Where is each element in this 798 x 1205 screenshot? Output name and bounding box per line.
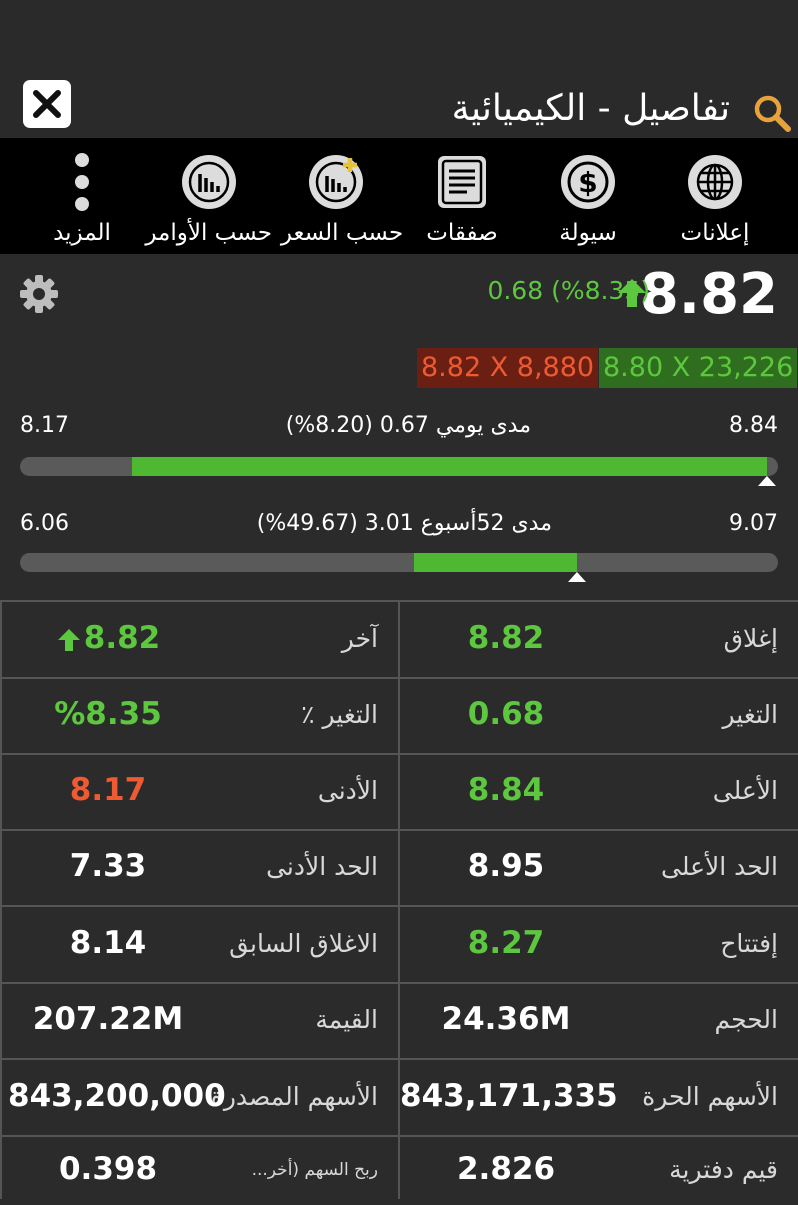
- stat-cell: إغلاق 8.82: [400, 602, 798, 677]
- search-icon[interactable]: [752, 93, 792, 133]
- stat-cell: آخر 8.82: [2, 602, 398, 677]
- tab-by-orders-label: حسب الأوامر: [145, 220, 272, 246]
- stat-value: 24.36M: [441, 1001, 571, 1037]
- stat-value: 2.826: [456, 1151, 556, 1187]
- stat-value: 843,200,000: [8, 1077, 226, 1114]
- stat-value: 8.82: [467, 619, 545, 656]
- stat-label: الأعلى: [712, 776, 778, 805]
- daily-range-high: 8.84: [729, 413, 778, 438]
- more-label: المزيد: [53, 220, 111, 246]
- daily-range-marker: [757, 476, 776, 486]
- svg-text:$: $: [578, 166, 597, 199]
- stat-cell: التغير 0.68: [400, 679, 798, 753]
- stat-value: %8.35: [54, 696, 162, 732]
- stat-cell: قيم دفترية 2.826: [400, 1137, 798, 1205]
- tab-liquidity[interactable]: $ سيولة: [538, 138, 638, 254]
- dollar-icon: $: [561, 155, 615, 209]
- bid-badge: 8.80 X 23,226: [599, 348, 798, 388]
- stat-cell: الأدنى 8.17: [2, 755, 398, 829]
- stat-label: الأسهم المصدرة: [210, 1081, 378, 1111]
- week52-range-high: 9.07: [729, 511, 778, 536]
- stat-cell: التغير ٪ %8.35: [2, 679, 398, 753]
- stat-value: 8.82: [83, 619, 161, 656]
- tab-by-price[interactable]: حسب السعر: [280, 138, 404, 254]
- week52-range-marker: [568, 572, 587, 582]
- header-bar: تفاصيل - الكيميائية: [0, 0, 798, 138]
- week52-range-label: مدى 52أسبوع 3.01 (49.67%): [256, 511, 552, 536]
- tab-trades[interactable]: صفقات: [412, 138, 512, 254]
- ask-badge: 8.82 X 8,880: [417, 348, 599, 388]
- stat-value: 207.22M: [32, 1001, 184, 1037]
- stat-label: التغير: [722, 700, 778, 729]
- stat-cell: الحد الأدنى 7.33: [2, 831, 398, 905]
- daily-range-fill: [132, 457, 767, 476]
- more-button[interactable]: المزيد: [40, 138, 124, 254]
- stat-value: 7.33: [69, 848, 147, 884]
- tab-trades-label: صفقات: [426, 220, 498, 246]
- week52-range-low: 6.06: [20, 511, 69, 536]
- stats-grid: إغلاق 8.82 آخر 8.82 التغير 0.68 التغير ٪ %8.35 ا…: [0, 600, 798, 1205]
- daily-range-track: [20, 457, 778, 476]
- stat-label: الحد الأدنى: [266, 852, 378, 881]
- stat-label: الحجم: [714, 1005, 778, 1034]
- tab-by-orders[interactable]: حسب الأوامر: [145, 138, 272, 254]
- stat-label: الأسهم الحرة: [642, 1081, 778, 1111]
- stat-cell: الأعلى 8.84: [400, 755, 798, 829]
- stat-cell: الحجم 24.36M: [400, 984, 798, 1058]
- stat-cell: الاغلاق السابق 8.14: [2, 907, 398, 982]
- close-button[interactable]: [23, 80, 71, 128]
- stat-value: 0.68: [467, 696, 545, 732]
- stat-label: الاغلاق السابق: [229, 928, 378, 958]
- tab-announcements-label: إعلانات: [680, 220, 750, 246]
- tab-liquidity-label: سيولة: [559, 220, 617, 246]
- stat-label: ربح السهم (أخر...: [251, 1160, 378, 1180]
- stat-value: 8.27: [467, 924, 545, 961]
- week52-range-fill: [414, 553, 578, 572]
- stat-value: 0.398: [58, 1151, 158, 1187]
- daily-range-label: مدى يومي 0.67 (8.20%): [285, 413, 531, 438]
- daily-range-low: 8.17: [20, 413, 69, 438]
- stat-value: 8.14: [69, 924, 147, 961]
- stat-label: إغلاق: [723, 623, 778, 653]
- gear-icon[interactable]: [18, 273, 60, 315]
- close-icon: [33, 90, 61, 118]
- up-arrow-icon: [58, 628, 80, 651]
- stat-cell: الأسهم الحرة 843,171,335: [400, 1060, 798, 1135]
- stat-cell: القيمة 207.22M: [2, 984, 398, 1058]
- tab-by-price-label: حسب السعر: [280, 220, 404, 246]
- more-vertical-icon: [75, 153, 89, 211]
- stat-cell: إفتتاح 8.27: [400, 907, 798, 982]
- stat-label: الأدنى: [317, 776, 378, 805]
- toolbar: إعلانات $ سيولة صفقات حسب السعر حسب الأو…: [0, 138, 798, 254]
- stat-value: 8.84: [467, 772, 545, 808]
- bar-chart-icon: [182, 155, 236, 209]
- stat-label: آخر: [341, 623, 378, 653]
- last-price: 8.82: [639, 262, 778, 327]
- stat-cell: ربح السهم (أخر... 0.398: [2, 1137, 398, 1205]
- tab-announcements[interactable]: إعلانات: [665, 138, 765, 254]
- stat-label: التغير ٪: [301, 700, 378, 729]
- document-icon: [438, 156, 486, 208]
- stat-value: 8.17: [69, 772, 147, 808]
- week52-range-track: [20, 553, 778, 572]
- stat-label: القيمة: [315, 1005, 378, 1034]
- price-change: 0.68 (%8.35): [487, 276, 650, 305]
- chart-plus-icon: [309, 155, 363, 209]
- stat-label: الحد الأعلى: [660, 852, 778, 881]
- stat-value: 8.95: [467, 848, 545, 884]
- stat-cell: الحد الأعلى 8.95: [400, 831, 798, 905]
- stat-value: 843,171,335: [400, 1077, 618, 1114]
- globe-icon: [688, 155, 742, 209]
- stat-label: إفتتاح: [720, 928, 778, 958]
- page-title: تفاصيل - الكيميائية: [451, 88, 730, 129]
- stat-label: قيم دفترية: [669, 1155, 778, 1184]
- stat-cell: الأسهم المصدرة 843,200,000: [2, 1060, 398, 1135]
